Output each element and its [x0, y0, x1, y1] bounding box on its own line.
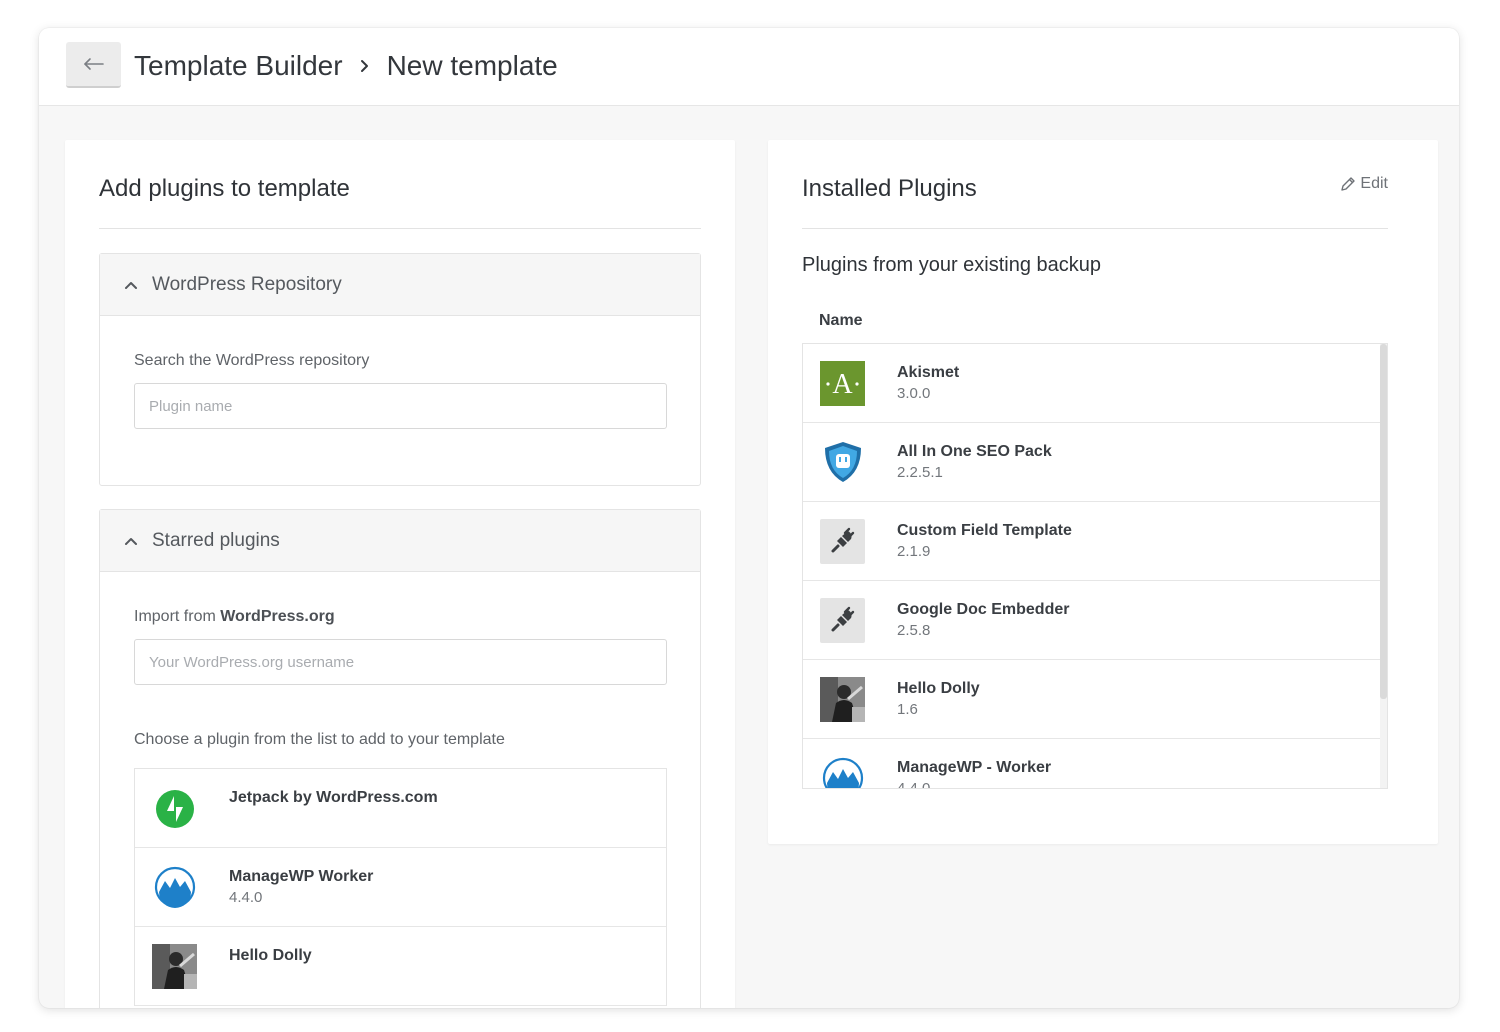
- plugin-version: 2.2.5.1: [897, 464, 943, 481]
- plugin-name: Akismet: [897, 364, 960, 381]
- starred-plugins-section: Starred plugins Import from WordPress.or…: [99, 509, 701, 1008]
- edit-link[interactable]: Edit: [1340, 175, 1388, 193]
- pencil-icon: [1341, 177, 1356, 191]
- plugin-name: Custom Field Template: [897, 522, 1072, 539]
- jetpack-icon: [156, 790, 194, 828]
- scrollbar[interactable]: [1380, 344, 1387, 788]
- list-item[interactable]: Hello Dolly: [135, 927, 666, 1006]
- import-label: Import from WordPress.org: [134, 608, 335, 626]
- plugin-name: All In One SEO Pack: [897, 443, 1052, 460]
- list-item[interactable]: Jetpack by WordPress.com: [135, 769, 666, 848]
- breadcrumb-current: New template: [386, 50, 558, 81]
- plugin-version: 2.1.9: [897, 543, 931, 560]
- scrollbar-thumb[interactable]: [1380, 344, 1387, 699]
- plugin-search-input[interactable]: [134, 383, 667, 429]
- divider: [99, 228, 701, 229]
- section-title: Starred plugins: [152, 529, 280, 551]
- panel-title: Add plugins to template: [99, 175, 350, 202]
- section-title: WordPress Repository: [152, 273, 342, 295]
- table-row[interactable]: A Akismet 3.0.0: [803, 344, 1381, 423]
- list-item[interactable]: ManageWP Worker 4.4.0: [135, 848, 666, 927]
- table-row[interactable]: Hello Dolly 1.6: [803, 660, 1381, 739]
- chevron-up-icon: [125, 281, 137, 289]
- akismet-icon: A: [820, 361, 865, 406]
- managewp-icon: [154, 866, 196, 908]
- edit-label: Edit: [1360, 175, 1388, 192]
- table-row[interactable]: ManageWP - Worker 4.4.0: [803, 739, 1381, 789]
- starred-plugin-list: Jetpack by WordPress.com ManageWP Worker…: [134, 768, 667, 1006]
- choose-plugin-label: Choose a plugin from the list to add to …: [134, 731, 505, 748]
- app-window: Template Builder New template Add plugin…: [39, 28, 1459, 1008]
- column-header-name: Name: [819, 312, 863, 329]
- hello-dolly-photo-icon: [820, 677, 865, 722]
- table-row[interactable]: All In One SEO Pack 2.2.5.1: [803, 423, 1381, 502]
- hello-dolly-photo-icon: [152, 944, 197, 989]
- breadcrumb-root[interactable]: Template Builder: [134, 50, 343, 82]
- chevron-up-icon: [125, 537, 137, 545]
- plugin-version: 1.6: [897, 701, 918, 718]
- table-row[interactable]: Custom Field Template 2.1.9: [803, 502, 1381, 581]
- plugin-version: 4.4.0: [897, 780, 931, 789]
- panel-title: Installed Plugins: [802, 175, 977, 202]
- divider: [802, 228, 1388, 229]
- plugin-name: Hello Dolly: [897, 680, 980, 697]
- top-bar: Template Builder New template: [39, 28, 1459, 106]
- chevron-right-icon: [359, 57, 371, 75]
- wordpress-repository-section: WordPress Repository Search the WordPres…: [99, 253, 701, 486]
- breadcrumb: Template Builder New template: [134, 48, 558, 84]
- table-body: A Akismet 3.0.0 All In One SEO Pack 2.2.…: [803, 344, 1381, 789]
- managewp-icon: [822, 757, 864, 788]
- add-plugins-panel: Add plugins to template WordPress Reposi…: [65, 140, 735, 1008]
- plugin-name: ManageWP Worker: [229, 868, 374, 885]
- backup-subheading: Plugins from your existing backup: [802, 254, 1102, 276]
- plugin-version: 4.4.0: [229, 889, 263, 906]
- arrow-left-icon: [83, 58, 104, 70]
- plugin-name: Google Doc Embedder: [897, 601, 1070, 618]
- plugin-name: Jetpack by WordPress.com: [229, 789, 438, 806]
- import-label-source: WordPress.org: [220, 608, 335, 625]
- plugin-plug-icon: [820, 598, 865, 643]
- repository-section-header[interactable]: WordPress Repository: [100, 254, 700, 316]
- plugin-name: ManageWP - Worker: [897, 759, 1052, 776]
- back-button[interactable]: [66, 42, 121, 88]
- starred-section-header[interactable]: Starred plugins: [100, 510, 700, 572]
- seo-shield-icon: [825, 442, 861, 482]
- plugin-plug-icon: [820, 519, 865, 564]
- search-label: Search the WordPress repository: [134, 352, 370, 369]
- import-label-prefix: Import from: [134, 608, 221, 625]
- svg-text:A: A: [832, 369, 853, 400]
- wordpress-username-input[interactable]: [134, 639, 667, 685]
- installed-plugins-table[interactable]: A Akismet 3.0.0 All In One SEO Pack 2.2.…: [802, 343, 1388, 789]
- table-row[interactable]: Google Doc Embedder 2.5.8: [803, 581, 1381, 660]
- plugin-name: Hello Dolly: [229, 947, 312, 964]
- plugin-version: 3.0.0: [897, 385, 931, 402]
- installed-plugins-panel: Installed Plugins Edit Plugins from your…: [768, 140, 1438, 844]
- plugin-version: 2.5.8: [897, 622, 931, 639]
